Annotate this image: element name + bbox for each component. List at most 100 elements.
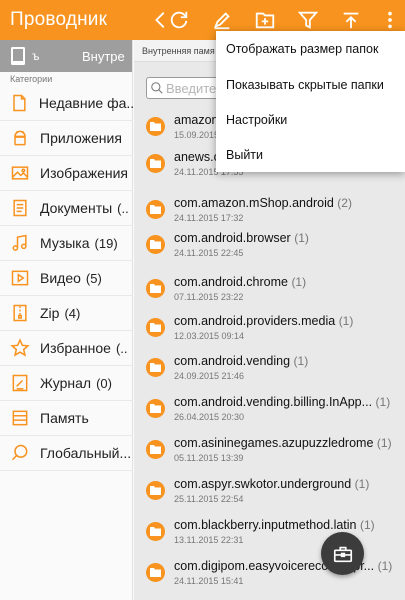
list-item[interactable]: com.digipom.easyvoicerecorder.pr... (1) …: [134, 556, 405, 591]
list-item[interactable]: com.android.vending (1) 24.09.2015 21:46: [134, 351, 405, 386]
sidebar-item-count: (19): [94, 235, 118, 251]
file-date: 24.11.2015 15:41: [174, 576, 244, 586]
sidebar-item-label: Память: [40, 410, 89, 426]
file-date: 26.04.2015 20:30: [174, 412, 245, 422]
recent-file-icon: [9, 92, 30, 114]
toolbox-button[interactable]: [321, 532, 364, 575]
sidebar-item-label: Избранное: [40, 340, 111, 356]
music-icon: [9, 232, 31, 254]
overflow-menu: Отображать размер папок Показывать скрыт…: [216, 31, 405, 172]
sidebar-item-documents[interactable]: Документы (..: [0, 191, 133, 226]
folder-icon: [146, 399, 165, 418]
more-vertical-icon[interactable]: [376, 6, 404, 34]
sidebar-item-count: (5): [85, 270, 102, 286]
folder-icon: [146, 200, 165, 219]
breadcrumb-path[interactable]: Внутренняя памя: [142, 46, 215, 56]
file-name: com.android.chrome: [174, 275, 288, 289]
list-item[interactable]: com.aspyr.swkotor.underground (1) 25.11.…: [134, 474, 405, 509]
folder-icon: [146, 235, 165, 254]
zip-icon: [9, 302, 31, 324]
android-icon: [9, 127, 31, 149]
file-date: 25.11.2015 22:54: [174, 494, 244, 504]
star-icon: [9, 337, 31, 359]
new-folder-icon[interactable]: [251, 6, 279, 34]
search-icon: [151, 82, 163, 94]
list-item[interactable]: com.asininegames.azupuzzledrome (1) 05.1…: [134, 433, 405, 468]
folder-icon: [146, 117, 165, 136]
tab-first[interactable]: ъ: [32, 49, 40, 63]
file-name: com.android.providers.media: [174, 314, 336, 328]
file-count: (1): [291, 275, 307, 289]
document-icon: [9, 197, 31, 219]
file-date: 13.11.2015 22:31: [174, 535, 244, 545]
menu-item-show-folder-size[interactable]: Отображать размер папок: [226, 42, 378, 56]
file-count: (1): [377, 559, 393, 573]
folder-icon: [146, 318, 165, 337]
sidebar-item-apps[interactable]: Приложения: [0, 121, 133, 156]
file-count: (2): [337, 196, 352, 210]
file-name: amazon: [174, 113, 219, 127]
sidebar-item-storage[interactable]: Память: [0, 401, 133, 436]
file-count: (1): [294, 231, 309, 245]
edit-icon[interactable]: [208, 6, 236, 34]
sidebar-item-favorites[interactable]: Избранное (..: [0, 331, 133, 366]
location-tabs: ъ Внутре: [0, 40, 132, 72]
folder-icon: [146, 563, 165, 582]
file-count: (1): [293, 354, 309, 368]
filter-icon[interactable]: [294, 6, 322, 34]
sidebar-item-zip[interactable]: Zip (4): [0, 296, 133, 331]
folder-icon: [146, 279, 165, 298]
sidebar-item-count: (4): [64, 305, 81, 321]
sidebar-item-count: (..: [117, 200, 129, 216]
file-date: 24.09.2015 21:46: [174, 371, 245, 381]
file-name: com.blackberry.inputmethod.latin: [174, 518, 357, 532]
journal-icon: [9, 372, 31, 394]
refresh-icon[interactable]: [165, 6, 193, 34]
sidebar-item-recent[interactable]: Недавние фа...: [0, 86, 133, 121]
list-item[interactable]: com.blackberry.inputmethod.latin (1) 13.…: [134, 515, 405, 550]
file-count: (1): [354, 477, 370, 491]
sidebar-item-video[interactable]: Видео (5): [0, 261, 133, 296]
sidebar-item-label: Глобальный...: [40, 445, 132, 461]
menu-item-show-hidden-folders[interactable]: Показывать скрытые папки: [226, 78, 384, 92]
file-name: com.asininegames.azupuzzledrome: [174, 436, 374, 450]
file-count: (1): [376, 436, 392, 450]
menu-item-exit[interactable]: Выйти: [226, 148, 263, 162]
sidebar-item-count: (0): [96, 375, 112, 391]
sidebar-item-music[interactable]: Музыка (19): [0, 226, 133, 261]
image-icon: [9, 162, 31, 184]
file-date: 24.11.2015 17:32: [174, 213, 244, 223]
list-item[interactable]: com.android.providers.media (1) 12.03.20…: [134, 311, 405, 346]
file-count: (1): [338, 314, 354, 328]
list-item[interactable]: com.android.vending.billing.InApp... (1)…: [134, 392, 405, 427]
folder-icon: [146, 522, 165, 541]
file-manager-app: Проводник ъ Внутре Категории Недавние фа…: [0, 0, 405, 600]
sidebar-item-label: Недавние фа...: [38, 95, 133, 111]
file-count: (1): [375, 395, 391, 409]
sidebar-item-images[interactable]: Изображения: [0, 156, 133, 191]
app-title: Проводник: [10, 9, 108, 30]
list-item[interactable]: com.amazon.mShop.android (2) 24.11.2015 …: [134, 193, 405, 228]
file-name: com.aspyr.swkotor.underground: [174, 477, 352, 491]
toolbox-icon: [333, 546, 352, 562]
sidebar-item-label: Приложения: [40, 130, 122, 146]
tab-internal-storage[interactable]: Внутре: [82, 49, 125, 64]
folder-icon: [146, 154, 165, 173]
list-item[interactable]: com.android.browser (1) 24.11.2015 22:45: [134, 228, 405, 263]
list-item[interactable]: com.android.chrome (1) 07.11.2015 23:22: [134, 272, 405, 307]
file-name: anews.c: [174, 150, 220, 164]
sort-icon[interactable]: [337, 6, 365, 34]
sidebar-item-global-search[interactable]: Глобальный...: [0, 436, 133, 471]
file-date: 05.11.2015 13:39: [174, 453, 244, 463]
folder-icon: [146, 358, 165, 377]
menu-item-settings[interactable]: Настройки: [226, 113, 287, 127]
sidebar-item-label: Документы: [40, 200, 113, 216]
sidebar-item-label: Музыка: [40, 235, 90, 251]
sidebar-item-journal[interactable]: Журнал (0): [0, 366, 133, 401]
file-date: 15.09.2015: [174, 130, 220, 140]
device-icon[interactable]: [10, 46, 26, 66]
folder-icon: [146, 481, 165, 500]
file-date: 24.11.2015 22:45: [174, 248, 244, 258]
file-date: 12.03.2015 09:14: [174, 331, 245, 341]
sidebar-item-label: Zip: [40, 305, 60, 321]
